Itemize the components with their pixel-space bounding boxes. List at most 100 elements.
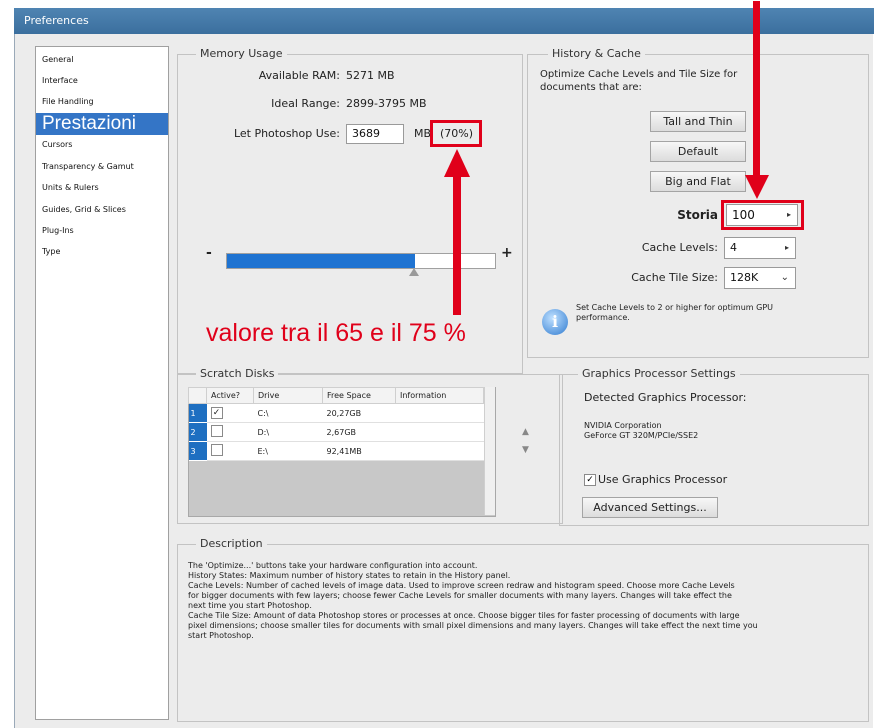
description-line: Cache Levels: Number of cached levels of… <box>188 581 735 590</box>
big-and-flat-button[interactable]: Big and Flat <box>650 171 746 192</box>
description-line: History States: Maximum number of histor… <box>188 571 511 580</box>
storia-label: Storia <box>677 208 718 222</box>
table-scrollbar[interactable] <box>484 387 495 515</box>
active-checkbox[interactable] <box>210 425 223 437</box>
drive-cell: D:\ <box>253 422 323 442</box>
description-line: Cache Tile Size: Amount of data Photosho… <box>188 611 740 620</box>
slider-minus-icon[interactable]: - <box>206 245 212 261</box>
information-cell <box>395 441 484 461</box>
table-row[interactable]: 1 ✓ C:\ 20,27GB <box>188 403 484 423</box>
drive-cell: C:\ <box>253 403 323 423</box>
gpu-hint-line2: performance. <box>576 313 630 322</box>
ideal-range-label: Ideal Range: <box>271 97 340 110</box>
cache-tile-size-label: Cache Tile Size: <box>631 271 718 284</box>
move-down-icon[interactable]: ▼ <box>522 445 529 455</box>
free-space-cell: 2,67GB <box>322 422 396 442</box>
available-ram-label: Available RAM: <box>258 69 340 82</box>
red-arrow-shaft <box>453 175 461 315</box>
description-line: for bigger documents with few layers; ch… <box>188 591 732 600</box>
available-ram-value: 5271 MB <box>346 69 395 82</box>
gpu-model: GeForce GT 320M/PCIe/SSE2 <box>584 431 699 440</box>
description-line: start Photoshop. <box>188 631 254 640</box>
active-checkbox[interactable]: ✓ <box>210 407 223 419</box>
sidebar-item-general[interactable]: General <box>42 55 74 64</box>
scratch-disks-table: Active? Drive Free Space Information 1 ✓… <box>188 387 484 461</box>
column-header-active[interactable]: Active? <box>206 387 254 404</box>
information-cell <box>395 403 484 423</box>
graphics-processor-title: Graphics Processor Settings <box>578 367 740 380</box>
cache-levels-dropdown-icon[interactable]: ▸ <box>785 238 789 258</box>
storia-highlight-box <box>721 200 804 230</box>
sidebar-item-transparency-gamut[interactable]: Transparency & Gamut <box>42 162 134 171</box>
graphics-processor-group: Graphics Processor Settings Detected Gra… <box>559 367 869 526</box>
scratch-disks-title: Scratch Disks <box>196 367 279 380</box>
gpu-vendor: NVIDIA Corporation <box>584 421 662 430</box>
let-photoshop-use-label: Let Photoshop Use: <box>233 127 340 140</box>
cache-tile-size-value: 128K <box>730 271 759 284</box>
sidebar-item-file-handling[interactable]: File Handling <box>42 97 94 106</box>
sidebar-item-units-rulers[interactable]: Units & Rulers <box>42 183 99 192</box>
memory-usage-title: Memory Usage <box>196 47 287 60</box>
memory-usage-group: Memory Usage Available RAM: 5271 MB Idea… <box>177 47 523 374</box>
optimize-text-line1: Optimize Cache Levels and Tile Size for <box>540 69 738 80</box>
red-arrow-down-shaft <box>753 1 760 177</box>
active-cell <box>206 422 254 442</box>
memory-slider-fill <box>227 254 415 268</box>
column-header-drive[interactable]: Drive <box>253 387 323 404</box>
detected-gpu-label: Detected Graphics Processor: <box>584 391 747 404</box>
title-bar[interactable]: Preferences <box>14 8 874 34</box>
description-title: Description <box>196 537 267 550</box>
cache-levels-label: Cache Levels: <box>641 241 718 254</box>
red-arrow-up-icon <box>444 149 470 177</box>
active-cell: ✓ <box>206 403 254 423</box>
history-cache-group: History & Cache Optimize Cache Levels an… <box>527 1 869 358</box>
description-line: next time you start Photoshop. <box>188 601 312 610</box>
sidebar-item-performance[interactable]: Prestazioni <box>36 113 168 135</box>
move-up-icon[interactable]: ▲ <box>522 427 529 437</box>
slider-plus-icon[interactable]: + <box>501 245 513 261</box>
table-row[interactable]: 3 E:\ 92,41MB <box>188 441 484 461</box>
annotation-text: valore tra il 65 e il 75 % <box>206 319 466 347</box>
memory-slider-thumb[interactable] <box>409 268 419 276</box>
row-number: 3 <box>188 441 207 461</box>
row-number: 1 <box>188 403 207 423</box>
free-space-cell: 92,41MB <box>322 441 396 461</box>
cache-levels-value: 4 <box>730 241 737 254</box>
chevron-down-icon[interactable]: ⌄ <box>781 268 789 288</box>
row-number-header <box>188 387 207 404</box>
tall-and-thin-button[interactable]: Tall and Thin <box>650 111 746 132</box>
gpu-hint-line1: Set Cache Levels to 2 or higher for opti… <box>576 303 774 312</box>
optimize-text-line2: documents that are: <box>540 82 642 93</box>
red-arrow-down-icon <box>745 175 769 199</box>
cache-levels-input[interactable]: 4 ▸ <box>724 237 796 259</box>
preferences-window: General Interface File Handling Prestazi… <box>14 1 873 728</box>
column-header-free-space[interactable]: Free Space <box>322 387 396 404</box>
table-row[interactable]: 2 D:\ 2,67GB <box>188 422 484 442</box>
description-group: Description The 'Optimize...' buttons ta… <box>177 537 869 722</box>
ideal-range-value: 2899-3795 MB <box>346 97 427 110</box>
sidebar-item-interface[interactable]: Interface <box>42 76 78 85</box>
advanced-settings-button[interactable]: Advanced Settings... <box>582 497 718 518</box>
column-header-information[interactable]: Information <box>395 387 484 404</box>
information-cell <box>395 422 484 442</box>
memory-unit-label: MB <box>414 127 432 140</box>
active-checkbox[interactable] <box>210 444 223 456</box>
description-line: pixel dimensions; choose smaller tiles f… <box>188 621 758 630</box>
percent-highlight-box <box>430 120 482 147</box>
active-cell <box>206 441 254 461</box>
use-gpu-checkbox[interactable]: ✓ <box>584 474 596 486</box>
use-gpu-label: Use Graphics Processor <box>598 473 728 486</box>
sidebar-item-cursors[interactable]: Cursors <box>42 140 72 149</box>
sidebar-item-type[interactable]: Type <box>42 247 60 256</box>
history-cache-title: History & Cache <box>548 47 645 60</box>
scratch-disks-group: Scratch Disks Active? Drive Free Space I… <box>177 367 563 524</box>
free-space-cell: 20,27GB <box>322 403 396 423</box>
default-button[interactable]: Default <box>650 141 746 162</box>
cache-tile-size-select[interactable]: 128K ⌄ <box>724 267 796 289</box>
sidebar-item-plug-ins[interactable]: Plug-Ins <box>42 226 74 235</box>
window-title: Preferences <box>24 14 89 27</box>
sidebar-item-guides-grid-slices[interactable]: Guides, Grid & Slices <box>42 205 126 214</box>
info-icon: i <box>542 309 568 335</box>
drive-cell: E:\ <box>253 441 323 461</box>
let-photoshop-use-input[interactable]: 3689 <box>346 124 404 144</box>
